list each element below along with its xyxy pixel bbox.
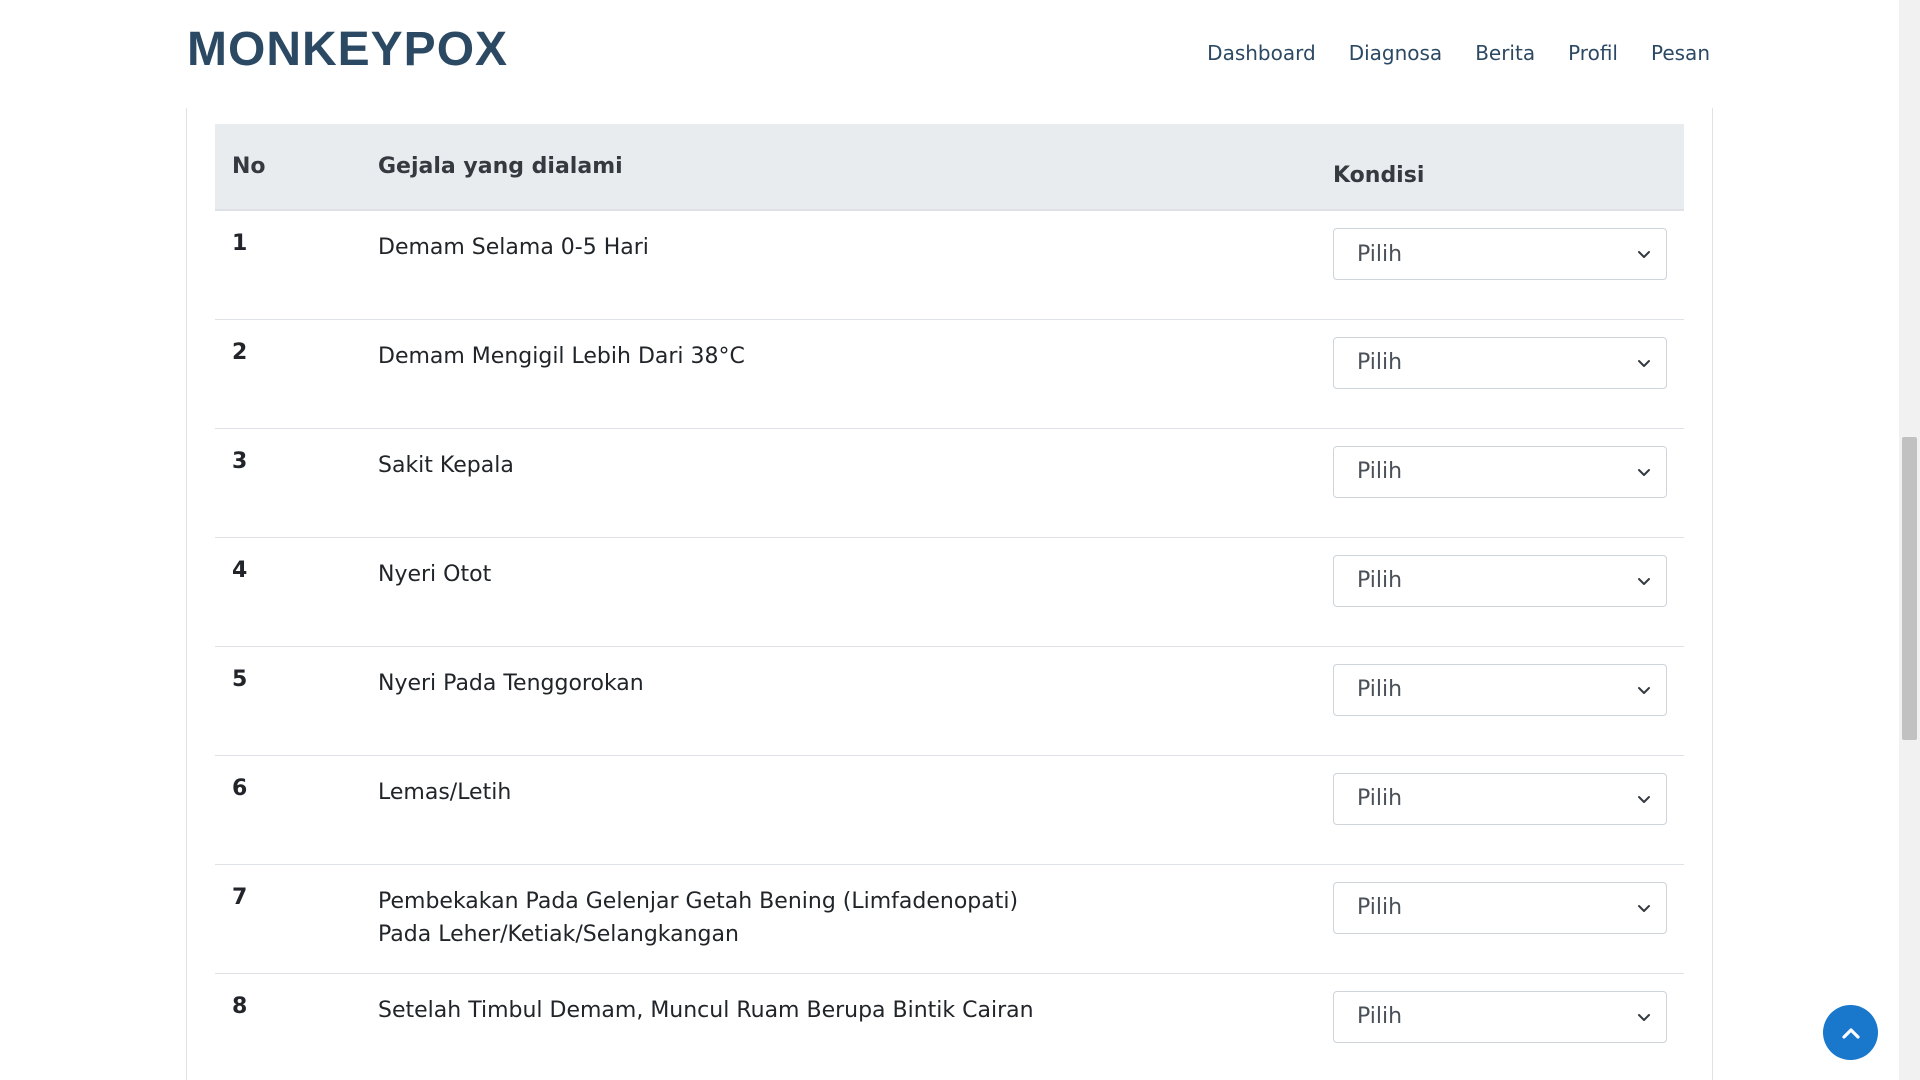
kondisi-cell: Pilih bbox=[1316, 319, 1684, 429]
table-row: 2 Demam Mengigil Lebih Dari 38°C Pilih bbox=[215, 319, 1684, 429]
select-value: Pilih bbox=[1357, 1004, 1403, 1029]
symptom-text: Demam Mengigil Lebih Dari 38°C bbox=[378, 343, 745, 369]
row-number: 2 bbox=[215, 319, 361, 429]
nav-pesan[interactable]: Pesan bbox=[1651, 41, 1710, 65]
kondisi-cell: Pilih bbox=[1316, 646, 1684, 756]
symptom-text: Setelah Timbul Demam, Muncul Ruam Berupa… bbox=[378, 997, 1034, 1023]
site-logo[interactable]: MONKEYPOX bbox=[187, 26, 508, 74]
nav-profil[interactable]: Profil bbox=[1568, 41, 1618, 65]
kondisi-select[interactable]: Pilih bbox=[1333, 881, 1667, 934]
chevron-up-icon bbox=[1841, 1027, 1860, 1039]
table-row: 8 Setelah Timbul Demam, Muncul Ruam Berup… bbox=[215, 973, 1684, 1080]
chevron-down-icon bbox=[1638, 686, 1650, 694]
header-gejala: Gejala yang dialami bbox=[361, 124, 1316, 211]
kondisi-select[interactable]: Pilih bbox=[1333, 336, 1667, 389]
kondisi-select[interactable]: Pilih bbox=[1333, 990, 1667, 1043]
symptom-cell: Pembekakan Pada Gelenjar Getah Bening (L… bbox=[361, 864, 1316, 974]
row-number: 5 bbox=[215, 646, 361, 756]
nav-diagnosa[interactable]: Diagnosa bbox=[1349, 41, 1443, 65]
row-number: 8 bbox=[215, 973, 361, 1080]
symptom-cell: Nyeri Pada Tenggorokan bbox=[361, 646, 1316, 756]
kondisi-select[interactable]: Pilih bbox=[1333, 445, 1667, 498]
select-value: Pilih bbox=[1357, 568, 1403, 593]
table-row: 1 Demam Selama 0-5 Hari Pilih bbox=[215, 210, 1684, 320]
vertical-scrollbar[interactable] bbox=[1899, 0, 1920, 1080]
symptom-text: Lemas/Letih bbox=[378, 779, 512, 805]
select-value: Pilih bbox=[1357, 350, 1403, 375]
table-row: 3 Sakit Kepala Pilih bbox=[215, 428, 1684, 538]
table-row: 5 Nyeri Pada Tenggorokan Pilih bbox=[215, 646, 1684, 756]
chevron-down-icon bbox=[1638, 468, 1650, 476]
kondisi-cell: Pilih bbox=[1316, 973, 1684, 1080]
symptom-text: Pembekakan Pada Gelenjar Getah Bening (L… bbox=[378, 888, 1019, 947]
chevron-down-icon bbox=[1638, 251, 1650, 258]
chevron-down-icon bbox=[1638, 359, 1650, 367]
select-value: Pilih bbox=[1357, 459, 1403, 484]
symptom-cell: Lemas/Letih bbox=[361, 755, 1316, 865]
scrollbar-thumb[interactable] bbox=[1902, 437, 1917, 740]
kondisi-cell: Pilih bbox=[1316, 864, 1684, 974]
chevron-down-icon bbox=[1638, 1013, 1650, 1021]
symptom-text: Nyeri Otot bbox=[378, 561, 492, 587]
table-row: 7 Pembekakan Pada Gelenjar Getah Bening (… bbox=[215, 864, 1684, 974]
row-number: 7 bbox=[215, 864, 361, 974]
symptom-cell: Demam Selama 0-5 Hari bbox=[361, 210, 1316, 320]
nav-dashboard[interactable]: Dashboard bbox=[1207, 41, 1316, 65]
symptom-cell: Demam Mengigil Lebih Dari 38°C bbox=[361, 319, 1316, 429]
kondisi-cell: Pilih bbox=[1316, 755, 1684, 865]
symptom-cell: Nyeri Otot bbox=[361, 537, 1316, 647]
symptom-text: Sakit Kepala bbox=[378, 452, 514, 478]
chevron-down-icon bbox=[1638, 904, 1650, 912]
kondisi-select[interactable]: Pilih bbox=[1333, 772, 1667, 825]
table-row: 4 Nyeri Otot Pilih bbox=[215, 537, 1684, 647]
row-number: 1 bbox=[215, 210, 361, 320]
chevron-down-icon bbox=[1638, 577, 1650, 585]
kondisi-cell: Pilih bbox=[1316, 537, 1684, 647]
table-row: 6 Lemas/Letih Pilih bbox=[215, 755, 1684, 865]
chevron-down-icon bbox=[1638, 795, 1650, 803]
row-number: 3 bbox=[215, 428, 361, 538]
nav-berita[interactable]: Berita bbox=[1475, 41, 1535, 65]
row-number: 6 bbox=[215, 755, 361, 865]
select-value: Pilih bbox=[1357, 786, 1403, 811]
back-to-top-button[interactable] bbox=[1823, 1005, 1878, 1060]
symptom-cell: Sakit Kepala bbox=[361, 428, 1316, 538]
site-header: MONKEYPOX Dashboard Diagnosa Berita Prof… bbox=[0, 0, 1899, 108]
kondisi-select[interactable]: Pilih bbox=[1333, 663, 1667, 716]
table-header-row: No Gejala yang dialami Kondisi bbox=[215, 124, 1684, 211]
kondisi-cell: Pilih bbox=[1316, 210, 1684, 320]
select-value: Pilih bbox=[1357, 895, 1403, 920]
symptom-table: No Gejala yang dialami Kondisi 1 Demam Se… bbox=[215, 124, 1684, 1080]
header-no: No bbox=[215, 124, 361, 211]
symptom-text: Demam Selama 0-5 Hari bbox=[378, 235, 649, 260]
select-value: Pilih bbox=[1357, 241, 1403, 267]
page: MONKEYPOX Dashboard Diagnosa Berita Prof… bbox=[0, 0, 1920, 1080]
symptom-cell: Setelah Timbul Demam, Muncul Ruam Berupa… bbox=[361, 973, 1316, 1080]
select-value: Pilih bbox=[1357, 677, 1403, 702]
header-kondisi: Kondisi bbox=[1316, 124, 1684, 211]
row-number: 4 bbox=[215, 537, 361, 647]
kondisi-select[interactable]: Pilih bbox=[1333, 228, 1667, 280]
symptom-text: Nyeri Pada Tenggorokan bbox=[378, 670, 644, 696]
kondisi-select[interactable]: Pilih bbox=[1333, 554, 1667, 607]
main-nav: Dashboard Diagnosa Berita Profil Pesan bbox=[1207, 41, 1710, 65]
kondisi-cell: Pilih bbox=[1316, 428, 1684, 538]
